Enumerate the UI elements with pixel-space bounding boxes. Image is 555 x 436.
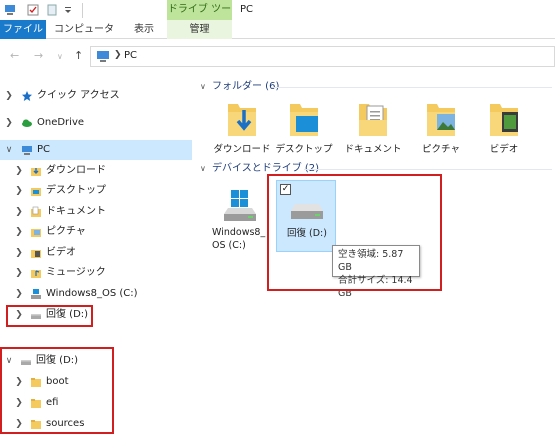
nav-item-videos[interactable]: ❯ ビデオ: [0, 243, 192, 263]
nav-item-label: OneDrive: [37, 117, 85, 128]
nav-item-label: ビデオ: [46, 247, 76, 258]
folder-label: デスクトップ: [275, 144, 333, 155]
nav-item-documents[interactable]: ❯ ドキュメント: [0, 202, 192, 222]
forward-arrow-icon[interactable]: →: [34, 49, 43, 62]
nav-item-label: Windows8_OS (C:): [46, 288, 138, 299]
chevron-right-icon[interactable]: ❯: [114, 50, 122, 60]
folder-tile-videos[interactable]: ビデオ: [474, 100, 534, 160]
nav-item-label: デスクトップ: [46, 185, 106, 196]
window-title: PC: [240, 4, 254, 15]
download-folder-icon: [31, 168, 41, 176]
desktop-folder-icon: [31, 188, 41, 196]
nav-item-quick-access[interactable]: ❯ クイック アクセス: [0, 86, 192, 106]
windows-drive-icon: [31, 289, 41, 299]
nav-item-label: ミュージック: [46, 267, 106, 278]
group-divider: [304, 169, 552, 170]
annotation-box-recovery-drive: [267, 174, 442, 291]
expand-chevron-icon[interactable]: ❯: [14, 284, 24, 304]
computer-icon: [22, 146, 32, 155]
address-bar[interactable]: ❯ PC: [90, 46, 555, 67]
windows-drive-icon: [224, 190, 256, 221]
folder-tile-desktop[interactable]: デスクトップ: [274, 100, 334, 160]
folder-label: ドキュメント: [344, 144, 402, 155]
download-folder-icon: [228, 104, 256, 136]
nav-item-downloads[interactable]: ❯ ダウンロード: [0, 161, 192, 181]
documents-folder-icon: [359, 104, 387, 136]
drive-tools-context-label: ドライブ ツール: [167, 0, 232, 35]
nav-item-label: ダウンロード: [46, 165, 106, 176]
collapse-chevron-icon[interactable]: ∨: [200, 162, 212, 176]
up-arrow-icon[interactable]: ↑: [74, 49, 83, 62]
drive-label: Windows8_ OS (C:): [212, 227, 266, 251]
address-path: PC: [124, 50, 138, 61]
new-folder-icon[interactable]: [46, 4, 58, 16]
navigation-bar: ← → ∨ ↑ ❯ PC: [0, 40, 555, 72]
nav-item-windows-drive[interactable]: ❯ Windows8_OS (C:): [0, 284, 192, 304]
nav-item-onedrive[interactable]: ❯ OneDrive: [0, 113, 192, 133]
expand-chevron-icon[interactable]: ❯: [14, 243, 24, 263]
nav-item-pc[interactable]: ∨ PC: [0, 140, 192, 160]
drive-tile-windows[interactable]: Windows8_ OS (C:): [210, 180, 270, 252]
properties-icon[interactable]: [27, 4, 39, 16]
expand-chevron-icon[interactable]: ❯: [14, 161, 24, 181]
tab-view[interactable]: 表示: [124, 20, 164, 39]
back-arrow-icon[interactable]: ←: [10, 49, 19, 62]
videos-folder-icon: [490, 104, 518, 136]
tab-computer[interactable]: コンピューター: [50, 20, 118, 54]
recent-locations-icon[interactable]: ∨: [57, 52, 63, 61]
folder-tile-downloads[interactable]: ダウンロード: [212, 100, 272, 160]
expand-chevron-icon[interactable]: ❯: [14, 263, 24, 283]
expand-chevron-icon[interactable]: ❯: [4, 113, 14, 133]
computer-icon[interactable]: [4, 4, 16, 16]
star-icon: [22, 91, 32, 101]
ribbon-tabs: ファイル コンピューター 表示 管理: [0, 20, 555, 54]
collapse-chevron-icon[interactable]: ∨: [200, 80, 212, 94]
expand-chevron-icon[interactable]: ❯: [4, 86, 14, 106]
nav-item-label: ピクチャ: [46, 226, 86, 237]
folder-label: ビデオ: [489, 144, 519, 155]
nav-item-label: PC: [37, 144, 51, 155]
group-divider: [272, 87, 552, 88]
nav-item-music[interactable]: ❯ ミュージック: [0, 263, 192, 283]
collapse-chevron-icon[interactable]: ∨: [4, 140, 14, 160]
expand-chevron-icon[interactable]: ❯: [14, 202, 24, 222]
title-bar: ドライブ ツール PC: [0, 0, 555, 35]
tab-manage[interactable]: 管理: [167, 20, 232, 39]
quick-access-dropdown-icon[interactable]: [62, 4, 74, 16]
nav-item-desktop[interactable]: ❯ デスクトップ: [0, 181, 192, 201]
music-folder-icon: [31, 270, 41, 278]
tab-file[interactable]: ファイル: [0, 20, 46, 39]
folder-label: ダウンロード: [213, 144, 271, 155]
cloud-icon: [22, 119, 32, 127]
title-separator: [82, 3, 83, 18]
pictures-folder-icon: [427, 104, 455, 136]
nav-item-label: ドキュメント: [46, 206, 106, 217]
folder-label: ピクチャ: [422, 144, 460, 155]
folders-group-header[interactable]: ∨ フォルダー (6): [200, 80, 279, 94]
nav-item-pictures[interactable]: ❯ ピクチャ: [0, 222, 192, 242]
group-header-label: フォルダー (6): [212, 81, 280, 92]
group-header-label: デバイスとドライブ (2): [212, 163, 320, 174]
pictures-folder-icon: [31, 229, 41, 237]
videos-folder-icon: [31, 250, 41, 258]
annotation-box-nav-recovery: [6, 305, 93, 327]
annotation-box-recovery-tree: [0, 347, 114, 434]
expand-chevron-icon[interactable]: ❯: [14, 222, 24, 242]
documents-folder-icon: [31, 206, 41, 217]
nav-item-label: クイック アクセス: [37, 90, 120, 101]
desktop-folder-icon: [290, 104, 318, 136]
expand-chevron-icon[interactable]: ❯: [14, 181, 24, 201]
computer-icon: [97, 51, 109, 62]
folder-tile-documents[interactable]: ドキュメント: [343, 100, 403, 160]
folder-tile-pictures[interactable]: ピクチャ: [411, 100, 471, 160]
